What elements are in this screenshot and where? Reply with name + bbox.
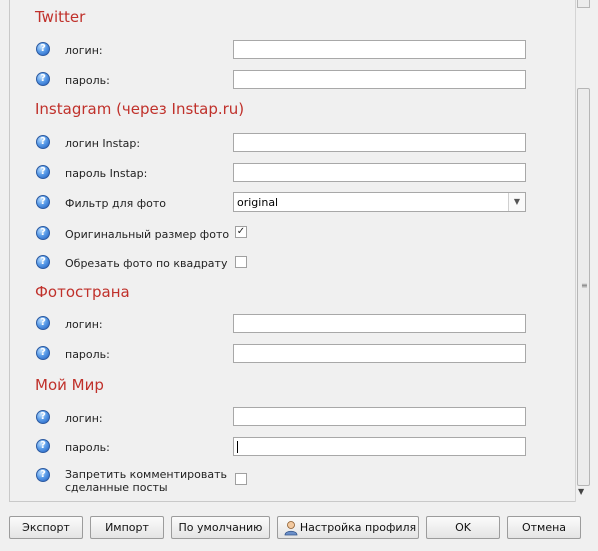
help-icon[interactable]: ?	[36, 346, 50, 360]
ok-button[interactable]: OK	[426, 516, 500, 539]
fotostrana-login-label: логин:	[65, 318, 103, 331]
help-icon[interactable]: ?	[36, 226, 50, 240]
twitter-login-label: логин:	[65, 44, 103, 57]
twitter-login-input[interactable]	[233, 40, 526, 59]
settings-panel: Twitter ? логин: ? пароль: Instagram (че…	[9, 0, 591, 502]
text-caret	[237, 441, 238, 453]
twitter-password-input[interactable]	[233, 70, 526, 89]
export-button[interactable]: Экспорт	[9, 516, 83, 539]
moimir-password-input[interactable]	[233, 437, 526, 456]
import-button[interactable]: Импорт	[90, 516, 164, 539]
scroll-down-arrow-icon[interactable]: ▼	[578, 487, 584, 496]
twitter-password-label: пароль:	[65, 74, 110, 87]
crop-square-label: Обрезать фото по квадрату	[65, 257, 228, 270]
moimir-login-label: логин:	[65, 412, 103, 425]
grip-icon: ≡	[581, 281, 588, 290]
section-title-fotostrana: Фотострана	[35, 283, 130, 301]
help-icon[interactable]: ?	[36, 410, 50, 424]
no-comments-label-line1: Запретить комментировать	[65, 468, 227, 481]
help-icon[interactable]: ?	[36, 195, 50, 209]
cancel-button[interactable]: Отмена	[507, 516, 581, 539]
no-comments-label-line2: сделанные посты	[65, 481, 168, 494]
original-size-label: Оригинальный размер фото	[65, 228, 230, 241]
help-icon[interactable]: ?	[36, 72, 50, 86]
help-icon[interactable]: ?	[36, 468, 50, 482]
scrollbar-thumb[interactable]: ≡	[577, 88, 590, 486]
photo-filter-value: original	[237, 196, 279, 209]
help-icon[interactable]: ?	[36, 135, 50, 149]
moimir-login-input[interactable]	[233, 407, 526, 426]
help-icon[interactable]: ?	[36, 165, 50, 179]
photo-filter-label: Фильтр для фото	[65, 197, 167, 210]
section-title-moimir: Мой Мир	[35, 376, 104, 394]
vertical-scrollbar[interactable]: ≡ ▼	[575, 0, 591, 502]
profile-settings-label: Настройка профиля	[299, 521, 417, 534]
help-icon[interactable]: ?	[36, 439, 50, 453]
fotostrana-login-input[interactable]	[233, 314, 526, 333]
fotostrana-password-input[interactable]	[233, 344, 526, 363]
instagram-password-input[interactable]	[233, 163, 526, 182]
instagram-login-input[interactable]	[233, 133, 526, 152]
help-icon[interactable]: ?	[36, 316, 50, 330]
no-comments-checkbox[interactable]	[235, 473, 247, 485]
crop-square-checkbox[interactable]	[235, 256, 247, 268]
help-icon[interactable]: ?	[36, 255, 50, 269]
moimir-password-label: пароль:	[65, 441, 110, 454]
scrollbar-top-edge	[577, 0, 590, 8]
section-title-instagram: Instagram (через Instap.ru)	[35, 100, 245, 118]
instagram-password-label: пароль Instap:	[65, 167, 148, 180]
fotostrana-password-label: пароль:	[65, 348, 110, 361]
user-profile-icon	[284, 521, 298, 536]
original-size-checkbox[interactable]: ✓	[235, 226, 247, 238]
photo-filter-select[interactable]: original ▼	[233, 192, 526, 212]
section-title-twitter: Twitter	[35, 8, 86, 26]
instagram-login-label: логин Instap:	[65, 137, 141, 150]
profile-settings-button[interactable]: Настройка профиля	[277, 516, 419, 539]
help-icon[interactable]: ?	[36, 42, 50, 56]
defaults-button[interactable]: По умолчанию	[171, 516, 270, 539]
chevron-down-icon[interactable]: ▼	[508, 193, 525, 211]
